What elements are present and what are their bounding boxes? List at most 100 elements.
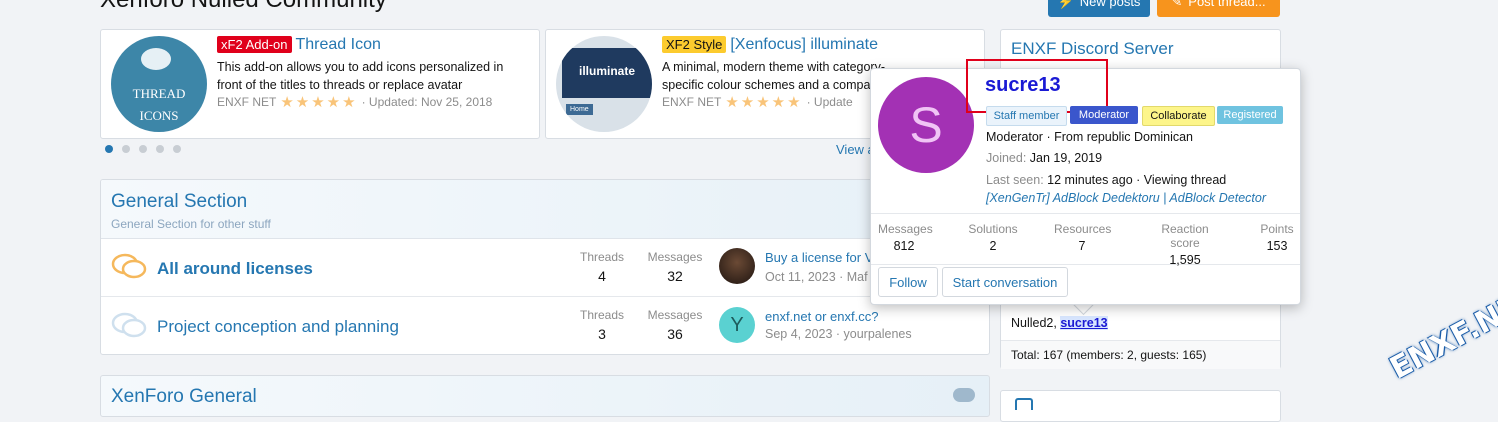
threads-count: 4 — [598, 268, 606, 284]
stat-solutions: Solutions 2 — [965, 222, 1021, 253]
stat-label: Resources — [1054, 222, 1112, 236]
thumb-line-2: ICONS — [139, 108, 179, 123]
illuminate-thumbnail[interactable]: illuminate Home — [556, 36, 652, 132]
featured-card: THREAD ICONS xF2 Add-on Thread Icon This … — [100, 29, 540, 139]
messages-count: 32 — [667, 268, 683, 284]
carousel-dot[interactable] — [156, 145, 164, 153]
latest-thread-link[interactable]: enxf.net or enxf.cc? — [765, 309, 878, 324]
last-seen-label: Last seen: — [986, 173, 1044, 187]
resource-title-link[interactable]: [Xenfocus] illuminate — [730, 36, 878, 53]
online-total: Total: 167 (members: 2, guests: 165) — [1001, 340, 1280, 369]
messages-stat: Messages 32 — [645, 250, 705, 284]
speech-bubble-icon — [141, 48, 171, 70]
resource-updated: · Updated: Nov 25, 2018 — [361, 95, 493, 109]
new-posts-button[interactable]: ⚡ New posts — [1048, 0, 1150, 17]
member-last-seen: Last seen: 12 minutes ago · Viewing thre… — [986, 173, 1226, 187]
widget-icon — [1015, 398, 1033, 410]
stat-resources[interactable]: Resources 7 — [1054, 222, 1112, 253]
resource-description: This add-on allows you to add icons pers… — [217, 60, 504, 92]
member-role-location: Moderator · From republic Dominican — [986, 130, 1194, 144]
edit-icon: ✎ — [1171, 0, 1183, 9]
view-all-link[interactable]: View a — [836, 142, 875, 157]
carousel-dot[interactable] — [122, 145, 130, 153]
online-total-text: Total: 167 (members: 2, guests: 165) — [1011, 348, 1207, 362]
latest-thread-link[interactable]: Buy a license for V — [765, 250, 873, 265]
thread-icon-thumbnail[interactable]: THREAD ICONS — [111, 36, 207, 132]
start-conversation-button[interactable]: Start conversation — [942, 267, 1068, 297]
latest-avatar[interactable]: Y — [719, 307, 755, 343]
resource-title-link[interactable]: Thread Icon — [296, 36, 381, 53]
resource-author[interactable]: ENXF NET — [217, 95, 276, 109]
collaborate-badge: Collaborate — [1142, 106, 1215, 126]
online-member[interactable]: Nulled2, — [1011, 316, 1060, 330]
discord-title[interactable]: ENXF Discord Server — [1011, 39, 1173, 59]
latest-avatar[interactable] — [719, 248, 755, 284]
username-highlight-box — [966, 59, 1108, 113]
resource-meta: ENXF NET ★★★★★ · Updated: Nov 25, 2018 — [217, 93, 492, 111]
forum-node-row: All around licenses Threads 4 Messages 3… — [101, 238, 989, 297]
forum-read-icon — [111, 311, 147, 346]
stat-label: Solutions — [968, 222, 1018, 236]
stat-messages: Messages 812 — [878, 222, 933, 253]
stat-value: 2 — [989, 239, 997, 253]
section-description: General Section for other stuff — [111, 217, 271, 231]
staff-member-badge: Staff member — [986, 106, 1067, 126]
forum-node-title[interactable]: All around licenses — [157, 259, 313, 279]
page-title: Xenforo Nulled Community — [100, 0, 387, 14]
rating-stars-icon: ★★★★★ — [725, 94, 803, 111]
carousel-dot[interactable] — [139, 145, 147, 153]
resource-updated: · Update — [806, 95, 853, 109]
resource-author[interactable]: ENXF NET — [662, 95, 721, 109]
new-posts-label: New posts — [1079, 0, 1141, 9]
stat-label: Points — [1260, 222, 1294, 236]
moderator-badge: Moderator — [1070, 106, 1138, 124]
watermark-logo: ENXF.NET — [1384, 279, 1498, 387]
thumb-line-2: Home — [566, 104, 593, 115]
threads-label: Threads — [579, 250, 625, 264]
member-joined: Joined: Jan 19, 2019 — [986, 151, 1102, 165]
lightning-icon: ⚡ — [1057, 0, 1074, 9]
online-member-link[interactable]: sucre13 — [1060, 316, 1108, 330]
carousel-dot[interactable] — [105, 145, 113, 153]
toggle-icon[interactable] — [953, 388, 975, 402]
post-thread-button[interactable]: ✎ Post thread... — [1157, 0, 1280, 17]
rating-stars-icon: ★★★★★ — [280, 94, 358, 111]
forum-unread-icon — [111, 252, 147, 287]
stat-reaction-score: Reaction score 1,595 — [1145, 222, 1225, 267]
stat-label: Messages — [878, 222, 933, 236]
messages-label: Messages — [647, 308, 703, 322]
resource-meta: ENXF NET ★★★★★ · Update — [662, 93, 853, 111]
latest-thread-meta: Oct 11, 2023 · Maf — [765, 270, 868, 284]
prefix-badge[interactable]: xF2 Add-on — [217, 36, 292, 53]
sidebar-block — [1000, 390, 1281, 422]
messages-label: Messages — [647, 250, 703, 264]
prefix-badge[interactable]: XF2 Style — [662, 36, 727, 53]
member-avatar[interactable]: S — [878, 77, 974, 173]
follow-button[interactable]: Follow — [878, 267, 938, 297]
section-title[interactable]: General Section — [111, 191, 247, 213]
registered-badge: Registered — [1217, 106, 1283, 124]
threads-count: 3 — [598, 326, 606, 342]
stat-label: Reaction score — [1161, 222, 1209, 250]
stat-value: 153 — [1266, 239, 1288, 253]
joined-label: Joined: — [986, 151, 1027, 165]
viewing-thread-link[interactable]: [XenGenTr] AdBlock Dedektoru | AdBlock D… — [986, 191, 1266, 205]
messages-count: 36 — [667, 326, 683, 342]
threads-stat: Threads 4 — [572, 250, 632, 284]
joined-date: Jan 19, 2019 — [1029, 151, 1103, 165]
threads-stat: Threads 3 — [572, 308, 632, 342]
section-header: General Section General Section for othe… — [101, 180, 989, 239]
threads-label: Threads — [579, 308, 625, 322]
forum-section: XenForo General — [100, 375, 990, 417]
member-stats: Messages 812 Solutions 2 Resources 7 Reacti… — [871, 213, 1300, 267]
carousel-dots — [105, 145, 181, 153]
carousel-dot[interactable] — [173, 145, 181, 153]
forum-node-title[interactable]: Project conception and planning — [157, 317, 399, 337]
stat-value: 7 — [1078, 239, 1086, 253]
last-seen-value: 12 minutes ago · Viewing thread — [1047, 173, 1227, 187]
resource-title-line: XF2 Style [Xenfocus] illuminate — [662, 36, 878, 54]
stat-value: 812 — [893, 239, 915, 253]
stat-points[interactable]: Points 153 — [1257, 222, 1297, 253]
section-title[interactable]: XenForo General — [111, 386, 257, 408]
resource-title-line: xF2 Add-on Thread Icon — [217, 36, 381, 54]
